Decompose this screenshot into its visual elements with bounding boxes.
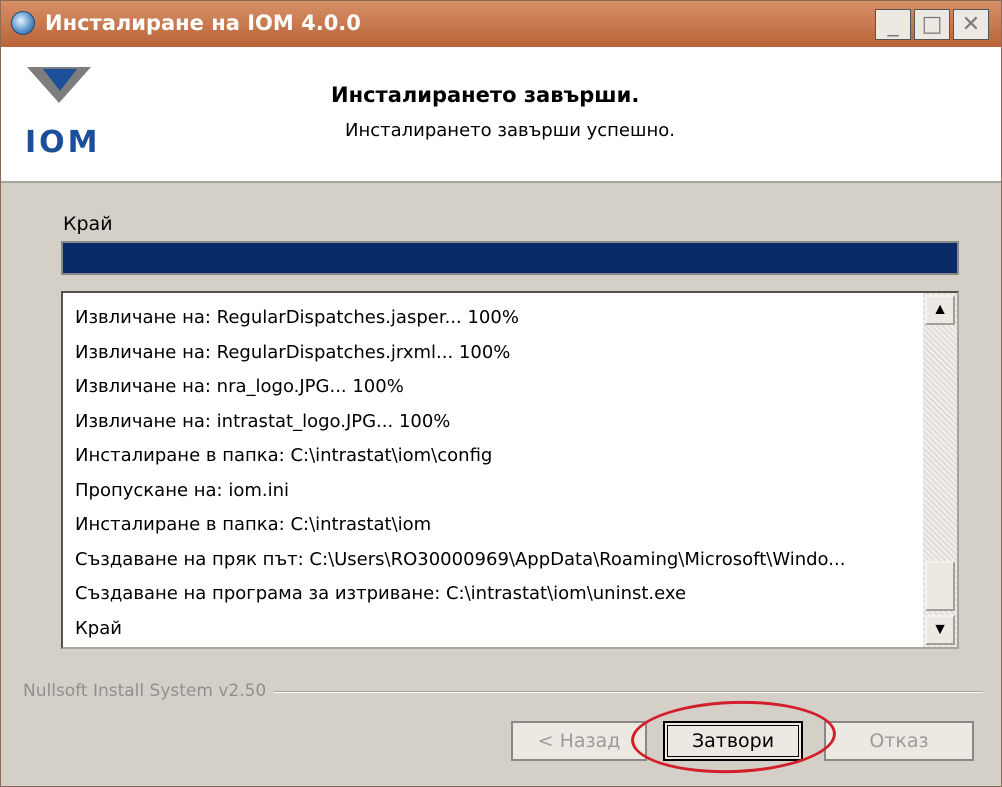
installer-window: Инсталиране на IOM 4.0.0 _ □ ✕ IOM Инста… [0, 0, 1002, 787]
close-button[interactable]: Затвори [663, 721, 803, 761]
scroll-thumb[interactable] [925, 561, 955, 611]
arrow-down-icon: ▼ [932, 621, 948, 638]
close-button-label: Затвори [691, 730, 775, 752]
progress-bar [61, 241, 959, 275]
close-window-button[interactable]: ✕ [953, 9, 989, 40]
status-label: Край [63, 213, 113, 235]
logo-text: IOM [25, 125, 101, 160]
back-button-label: < Назад [537, 730, 621, 752]
log-lines: Извличане на: RegularDispatches.jasper..… [75, 301, 925, 646]
log-line: Създаване на програма за изтриване: C:\i… [75, 583, 687, 604]
log-scrollbar[interactable]: ▲ ▼ [923, 293, 957, 647]
log-line: Инсталиране в папка: C:\intrastat\iom [75, 514, 432, 535]
arrow-up-icon: ▲ [932, 301, 948, 318]
window-title: Инсталиране на IOM 4.0.0 [45, 11, 361, 35]
progress-fill [63, 243, 957, 273]
cancel-button[interactable]: Отказ [824, 721, 974, 761]
log-line: Създаване на пряк път: C:\Users\RO300009… [75, 548, 846, 570]
log-line: Пропускане на: iom.ini [75, 479, 290, 501]
log-line: Извличане на: intrastat_logo.JPG... 100% [75, 410, 451, 432]
install-log[interactable]: Извличане на: RegularDispatches.jasper..… [61, 291, 959, 649]
installer-app-icon [11, 11, 35, 35]
logo-inner-triangle-icon [43, 69, 77, 91]
page-title: Инсталирането завърши. [331, 83, 640, 107]
log-line: Инсталиране в папка: C:\intrastat\iom\co… [75, 445, 493, 466]
scroll-down-button[interactable]: ▼ [925, 615, 955, 645]
log-line: Извличане на: nra_logo.JPG... 100% [75, 376, 404, 397]
minimize-icon: _ [887, 11, 899, 37]
log-line: Извличане на: RegularDispatches.jrxml...… [75, 341, 511, 363]
header-panel: IOM Инсталирането завърши. Инсталирането… [1, 47, 1001, 183]
log-line: Извличане на: RegularDispatches.jasper..… [75, 307, 519, 328]
maximize-icon: □ [921, 11, 943, 37]
cancel-button-label: Отказ [869, 730, 929, 752]
back-button[interactable]: < Назад [511, 721, 647, 761]
page-subtitle: Инсталирането завърши успешно. [345, 120, 675, 141]
log-line: Край [75, 617, 122, 639]
title-bar[interactable]: Инсталиране на IOM 4.0.0 _ □ ✕ [1, 1, 1001, 47]
minimize-button[interactable]: _ [875, 9, 911, 40]
maximize-button[interactable]: □ [914, 9, 950, 40]
scroll-up-button[interactable]: ▲ [925, 295, 955, 325]
branding-text: Nullsoft Install System v2.50 [23, 681, 275, 701]
close-icon: ✕ [961, 11, 981, 37]
